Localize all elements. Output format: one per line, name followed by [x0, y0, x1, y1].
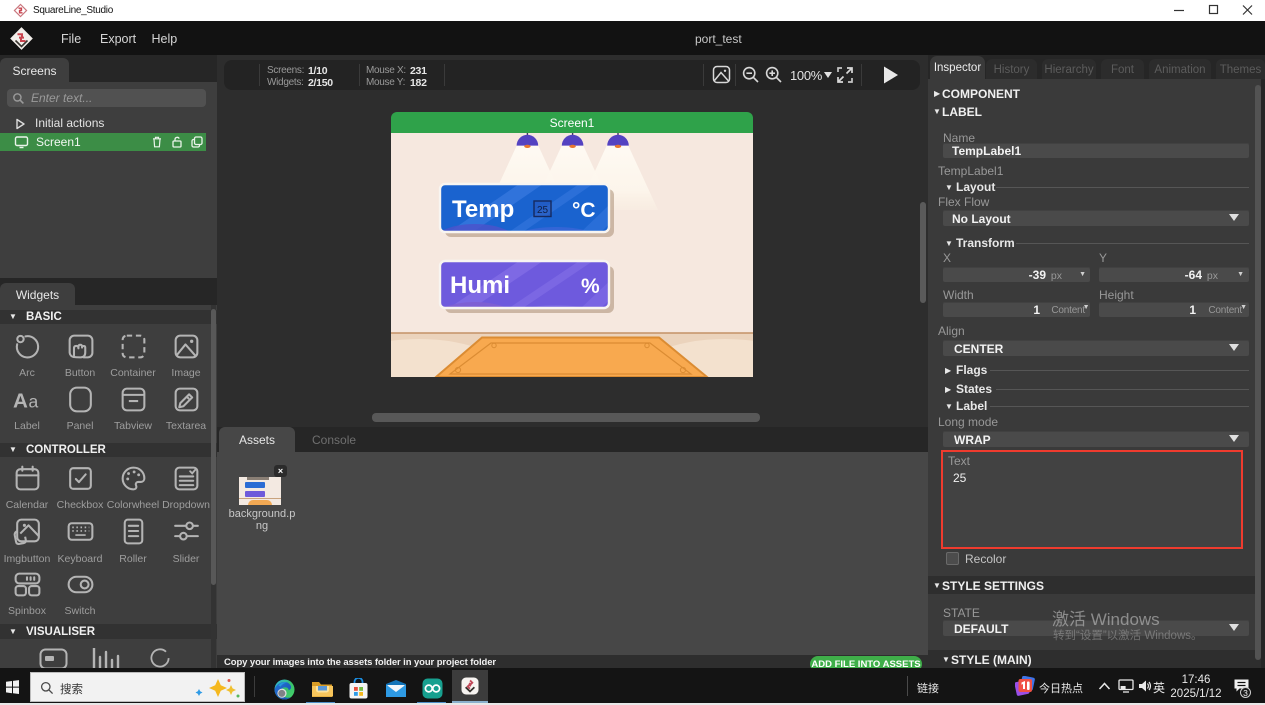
svg-text:25: 25 — [537, 205, 549, 216]
svg-text:A: A — [13, 389, 28, 412]
svg-text:Humi: Humi — [450, 272, 510, 299]
svg-text:°C: °C — [572, 199, 596, 222]
svg-text:a: a — [28, 391, 38, 411]
svg-text:%: % — [581, 275, 600, 298]
svg-text:Temp: Temp — [452, 196, 514, 223]
